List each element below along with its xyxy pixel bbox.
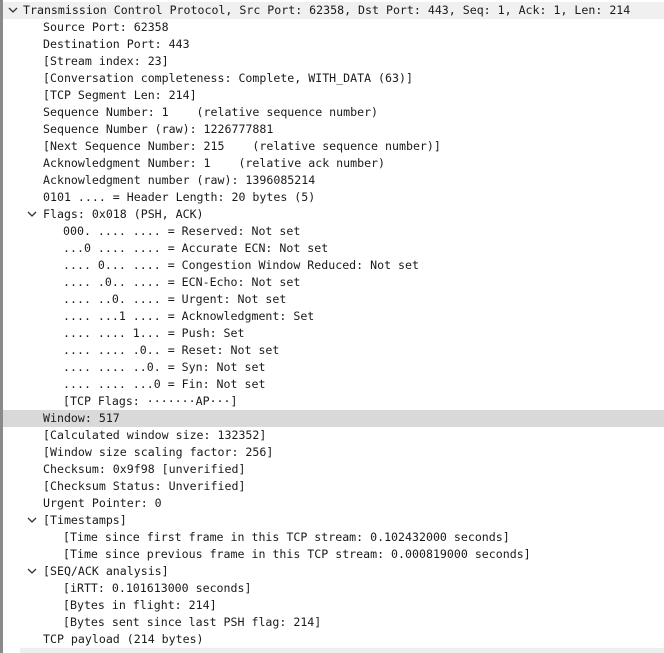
field-label: 0101 .... = Header Length: 20 bytes (5)	[43, 190, 316, 204]
packet-details-tree: Transmission Control Protocol, Src Port:…	[3, 2, 664, 648]
flag-push[interactable]: .... .... 1... = Push: Set	[3, 325, 664, 342]
field-label: [Stream index: 23]	[43, 54, 169, 68]
field-label: [TCP Flags: ·······AP···]	[63, 394, 238, 408]
field-label: Acknowledgment number (raw): 1396085214	[43, 173, 316, 187]
chevron-down-icon[interactable]	[27, 512, 39, 529]
chevron-down-icon[interactable]	[27, 206, 39, 223]
field-irtt[interactable]: [iRTT: 0.101613000 seconds]	[3, 580, 664, 597]
field-label: [Bytes in flight: 214]	[63, 598, 217, 612]
field-label: .... .... ..0. = Syn: Not set	[63, 360, 266, 374]
field-label: [Bytes sent since last PSH flag: 214]	[63, 615, 322, 629]
field-ack-number[interactable]: Acknowledgment Number: 1 (relative ack n…	[3, 155, 664, 172]
field-label: ...0 .... .... = Accurate ECN: Not set	[63, 241, 329, 255]
field-label: .... .... ...0 = Fin: Not set	[63, 377, 266, 391]
field-label: Sequence Number (raw): 1226777881	[43, 122, 274, 136]
field-label: .... 0... .... = Congestion Window Reduc…	[63, 258, 419, 272]
flag-tcp-flags-summary[interactable]: [TCP Flags: ·······AP···]	[3, 393, 664, 410]
field-label: [Time since first frame in this TCP stre…	[63, 530, 510, 544]
tree-node-seq-ack[interactable]: [SEQ/ACK analysis]	[3, 563, 664, 580]
field-time-since-first[interactable]: [Time since first frame in this TCP stre…	[3, 529, 664, 546]
tree-node-timestamps[interactable]: [Timestamps]	[3, 512, 664, 529]
next-row-partial	[20, 648, 664, 653]
field-window-selected[interactable]: Window: 517	[3, 410, 664, 427]
flag-acknowledgment[interactable]: .... ...1 .... = Acknowledgment: Set	[3, 308, 664, 325]
flag-cwr[interactable]: .... 0... .... = Congestion Window Reduc…	[3, 257, 664, 274]
field-stream-index[interactable]: [Stream index: 23]	[3, 53, 664, 70]
field-label: Window: 517	[43, 411, 120, 425]
field-source-port[interactable]: Source Port: 62358	[3, 19, 664, 36]
tree-node-label: Transmission Control Protocol, Src Port:…	[23, 3, 631, 17]
field-next-seq-number[interactable]: [Next Sequence Number: 215 (relative seq…	[3, 138, 664, 155]
field-label: [iRTT: 0.101613000 seconds]	[63, 581, 252, 595]
field-label: .... ...1 .... = Acknowledgment: Set	[63, 309, 315, 323]
field-label: [Next Sequence Number: 215 (relative seq…	[43, 139, 441, 153]
field-destination-port[interactable]: Destination Port: 443	[3, 36, 664, 53]
flag-urgent[interactable]: .... ..0. .... = Urgent: Not set	[3, 291, 664, 308]
field-label: [Calculated window size: 132352]	[43, 428, 267, 442]
field-conversation-completeness[interactable]: [Conversation completeness: Complete, WI…	[3, 70, 664, 87]
field-label: .... .... 1... = Push: Set	[63, 326, 245, 340]
field-checksum-status[interactable]: [Checksum Status: Unverified]	[3, 478, 664, 495]
field-label: [Conversation completeness: Complete, WI…	[43, 71, 413, 85]
field-window-scaling[interactable]: [Window size scaling factor: 256]	[3, 444, 664, 461]
tree-node-label: Flags: 0x018 (PSH, ACK)	[43, 207, 204, 221]
field-label: Acknowledgment Number: 1 (relative ack n…	[43, 156, 386, 170]
field-label: .... .... .0.. = Reset: Not set	[63, 343, 280, 357]
chevron-down-icon[interactable]	[27, 563, 39, 580]
tree-node-label: [SEQ/ACK analysis]	[43, 564, 169, 578]
tree-node-label: [Timestamps]	[43, 513, 127, 527]
field-time-since-previous[interactable]: [Time since previous frame in this TCP s…	[3, 546, 664, 563]
flag-ecn-echo[interactable]: .... .0.. .... = ECN-Echo: Not set	[3, 274, 664, 291]
field-segment-len[interactable]: [TCP Segment Len: 214]	[3, 87, 664, 104]
field-label: Checksum: 0x9f98 [unverified]	[43, 462, 246, 476]
flag-reset[interactable]: .... .... .0.. = Reset: Not set	[3, 342, 664, 359]
flag-accurate-ecn[interactable]: ...0 .... .... = Accurate ECN: Not set	[3, 240, 664, 257]
flag-fin[interactable]: .... .... ...0 = Fin: Not set	[3, 376, 664, 393]
field-label: Destination Port: 443	[43, 37, 190, 51]
field-ack-number-raw[interactable]: Acknowledgment number (raw): 1396085214	[3, 172, 664, 189]
tree-node-flags[interactable]: Flags: 0x018 (PSH, ACK)	[3, 206, 664, 223]
field-checksum[interactable]: Checksum: 0x9f98 [unverified]	[3, 461, 664, 478]
field-urgent-pointer[interactable]: Urgent Pointer: 0	[3, 495, 664, 512]
field-label: Urgent Pointer: 0	[43, 496, 162, 510]
chevron-down-icon[interactable]	[8, 2, 20, 19]
field-label: [Checksum Status: Unverified]	[43, 479, 246, 493]
field-label: [Window size scaling factor: 256]	[43, 445, 274, 459]
field-seq-number[interactable]: Sequence Number: 1 (relative sequence nu…	[3, 104, 664, 121]
field-tcp-payload[interactable]: TCP payload (214 bytes)	[3, 631, 664, 648]
field-label: .... .0.. .... = ECN-Echo: Not set	[63, 275, 301, 289]
field-label: Sequence Number: 1 (relative sequence nu…	[43, 105, 379, 119]
field-calculated-window[interactable]: [Calculated window size: 132352]	[3, 427, 664, 444]
flag-syn[interactable]: .... .... ..0. = Syn: Not set	[3, 359, 664, 376]
field-label: 000. .... .... = Reserved: Not set	[63, 224, 301, 238]
field-label: Source Port: 62358	[43, 20, 169, 34]
field-label: TCP payload (214 bytes)	[43, 632, 204, 646]
field-label: .... ..0. .... = Urgent: Not set	[63, 292, 287, 306]
field-label: [Time since previous frame in this TCP s…	[63, 547, 531, 561]
field-label: [TCP Segment Len: 214]	[43, 88, 197, 102]
field-bytes-in-flight[interactable]: [Bytes in flight: 214]	[3, 597, 664, 614]
field-header-length[interactable]: 0101 .... = Header Length: 20 bytes (5)	[3, 189, 664, 206]
field-seq-number-raw[interactable]: Sequence Number (raw): 1226777881	[3, 121, 664, 138]
tree-node-tcp[interactable]: Transmission Control Protocol, Src Port:…	[3, 2, 664, 19]
flag-reserved[interactable]: 000. .... .... = Reserved: Not set	[3, 223, 664, 240]
field-bytes-since-psh[interactable]: [Bytes sent since last PSH flag: 214]	[3, 614, 664, 631]
